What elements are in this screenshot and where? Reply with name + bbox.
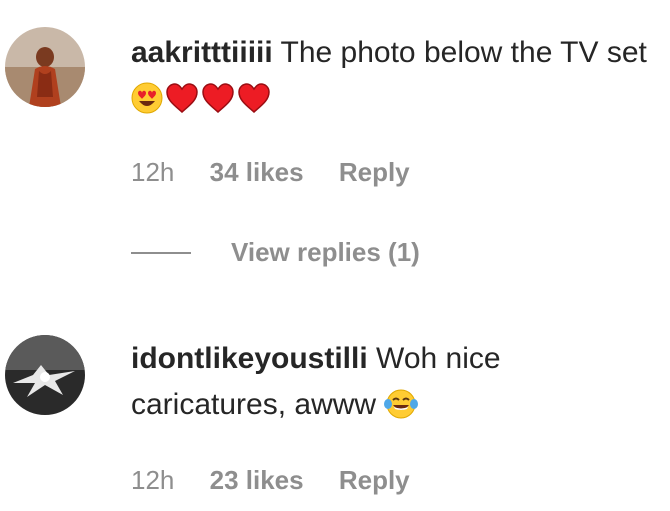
view-replies-label: View replies (1) — [231, 237, 420, 267]
tears-of-joy-emoji — [384, 388, 419, 434]
reply-button[interactable]: Reply — [339, 157, 410, 187]
comment-body: The photo below the TV set — [280, 36, 647, 69]
divider-line — [131, 251, 191, 254]
avatar-image — [5, 335, 85, 415]
heart-eyes-emoji — [131, 82, 163, 128]
comment-meta: 12h 34 likes Reply — [131, 157, 438, 188]
comment-username[interactable]: idontlikeyoustilli — [131, 342, 368, 375]
red-heart-emoji — [201, 82, 235, 128]
reply-button[interactable]: Reply — [339, 465, 410, 495]
comment-username[interactable]: aakritttiiiii — [131, 36, 273, 69]
likes-count[interactable]: 23 likes — [210, 465, 304, 495]
avatar[interactable] — [5, 335, 85, 415]
comment-timestamp[interactable]: 12h — [131, 465, 174, 495]
avatar[interactable] — [5, 27, 85, 107]
comment-text: aakritttiiiii The photo below the TV set — [131, 30, 651, 128]
view-replies-button[interactable]: View replies (1) — [131, 237, 420, 268]
likes-count[interactable]: 34 likes — [210, 157, 304, 187]
comment-timestamp[interactable]: 12h — [131, 157, 174, 187]
comment-meta: 12h 23 likes Reply — [131, 465, 438, 496]
comment-text: idontlikeyoustilli Woh nice caricatures,… — [131, 336, 651, 434]
red-heart-emoji — [237, 82, 271, 128]
avatar-image — [5, 27, 85, 107]
red-heart-emoji — [165, 82, 199, 128]
